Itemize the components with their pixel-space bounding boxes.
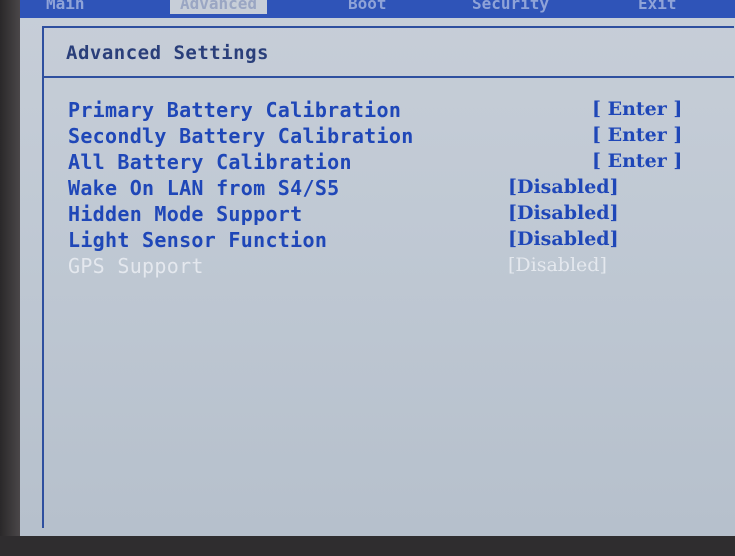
bios-screen: Main Advanced Boot Security Exit Advance… [20,0,735,536]
setting-wake-on-lan[interactable]: Wake On LAN from S4/S5 [Disabled] [44,176,734,202]
monitor-bezel-bottom [0,536,735,556]
setting-primary-battery-calibration[interactable]: Primary Battery Calibration [ Enter ] [44,98,734,124]
setting-label: Wake On LAN from S4/S5 [68,176,340,200]
setting-label: GPS Support [68,254,204,278]
setting-all-battery-calibration[interactable]: All Battery Calibration [ Enter ] [44,150,734,176]
setting-label: Hidden Mode Support [68,202,303,226]
setting-secondly-battery-calibration[interactable]: Secondly Battery Calibration [ Enter ] [44,124,734,150]
tab-exit[interactable]: Exit [628,0,687,14]
setting-hidden-mode-support[interactable]: Hidden Mode Support [Disabled] [44,202,734,228]
setting-label: Light Sensor Function [68,228,328,252]
bios-menu-bar: Main Advanced Boot Security Exit [20,0,735,18]
setting-label: Primary Battery Calibration [68,98,402,122]
setting-value[interactable]: [Disabled] [508,176,619,198]
page-title: Advanced Settings [66,42,269,64]
setting-value[interactable]: [Disabled] [508,202,619,224]
setting-value[interactable]: [Disabled] [508,228,619,250]
monitor-bezel-left [0,0,20,556]
setting-light-sensor-function[interactable]: Light Sensor Function [Disabled] [44,228,734,254]
panel-header: Advanced Settings [44,28,734,78]
advanced-settings-panel: Advanced Settings Primary Battery Calibr… [42,26,734,528]
setting-value[interactable]: [ Enter ] [592,150,682,172]
setting-label: Secondly Battery Calibration [68,124,414,148]
setting-gps-support: GPS Support [Disabled] [44,254,734,280]
setting-value[interactable]: [ Enter ] [592,124,682,146]
tab-advanced[interactable]: Advanced [170,0,268,14]
tab-main[interactable]: Main [36,0,95,14]
tab-boot[interactable]: Boot [338,0,397,14]
setting-value[interactable]: [ Enter ] [592,98,682,120]
setting-label: All Battery Calibration [68,150,352,174]
tab-security[interactable]: Security [462,0,559,14]
photo-frame: Main Advanced Boot Security Exit Advance… [0,0,735,556]
setting-value: [Disabled] [508,254,607,276]
